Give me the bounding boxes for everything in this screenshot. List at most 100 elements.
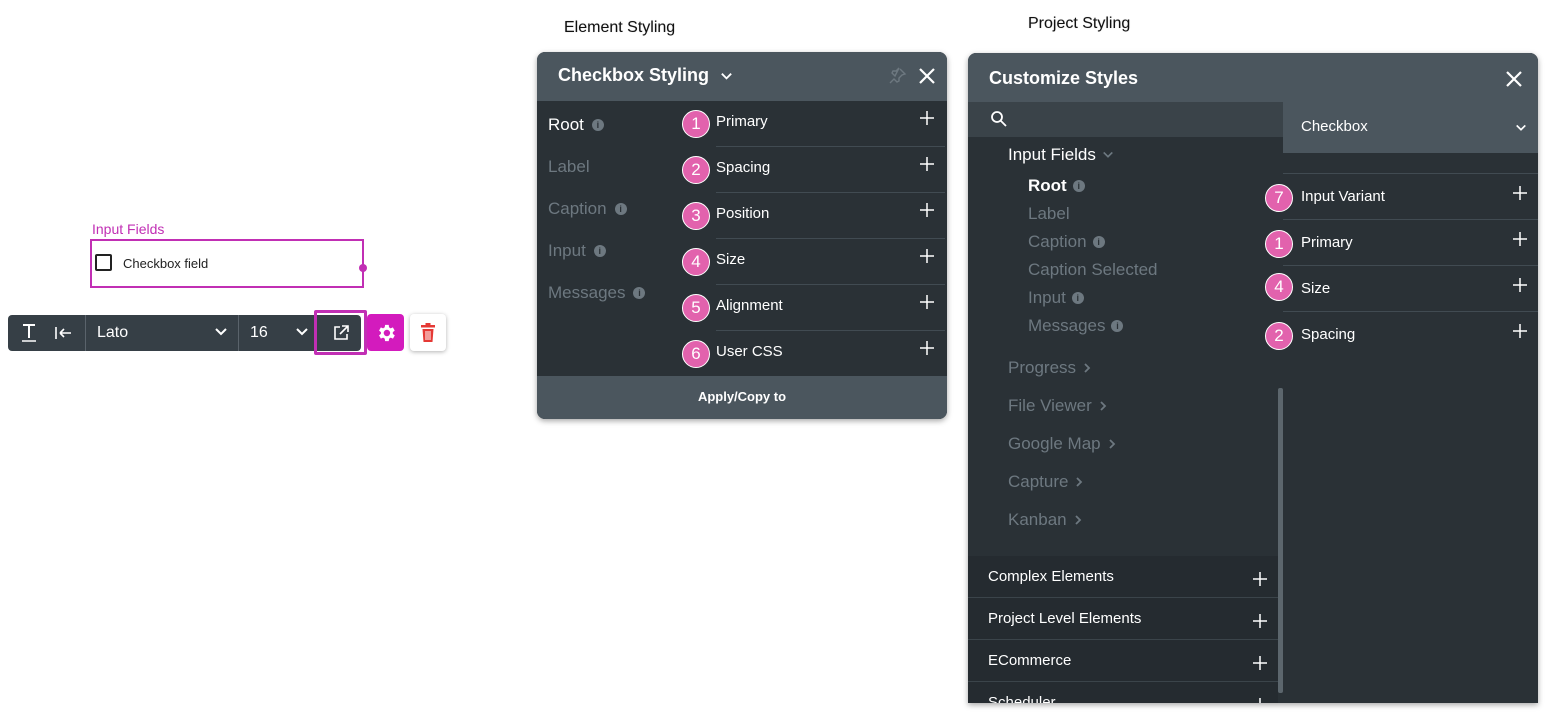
section-row-spacing[interactable]: Spacing (1283, 312, 1538, 358)
part-item-caption[interactable]: Caption i (548, 199, 627, 219)
section-row-position[interactable]: Position (716, 193, 945, 239)
element-styling-panel: Checkbox Styling Root i Label Caption i In… (537, 52, 947, 419)
plus-icon[interactable] (919, 110, 935, 126)
resize-handle[interactable] (359, 264, 367, 272)
close-icon[interactable] (1504, 69, 1524, 89)
plus-icon[interactable] (1512, 185, 1528, 201)
plus-icon[interactable] (919, 202, 935, 218)
step-badge: 7 (1265, 184, 1293, 212)
tree-part-label[interactable]: Label (1028, 204, 1070, 224)
info-icon: i (1072, 180, 1085, 192)
section-label: Input Fields (92, 221, 165, 237)
pin-icon[interactable] (889, 67, 907, 85)
align-left-icon[interactable] (50, 315, 76, 351)
section-row-spacing[interactable]: Spacing (716, 147, 945, 193)
tree-part-caption-selected[interactable]: Caption Selected (1028, 260, 1157, 280)
panel-title: Customize Styles (989, 68, 1139, 88)
step-badge: 1 (1265, 230, 1293, 258)
section-row-primary[interactable]: Primary (1283, 220, 1538, 266)
checkbox-label: Checkbox field (123, 256, 209, 271)
font-family-select[interactable]: Lato (97, 324, 128, 342)
category-scheduler[interactable]: Scheduler (968, 682, 1278, 703)
part-item-input[interactable]: Input i (548, 241, 606, 261)
chevron-down-icon (1102, 151, 1113, 158)
highlight-frame (314, 310, 367, 355)
part-item-messages[interactable]: Messages i (548, 283, 646, 303)
plus-icon[interactable] (1252, 613, 1268, 629)
info-icon: i (614, 203, 627, 215)
close-icon[interactable] (917, 66, 937, 86)
section-row-primary[interactable]: Primary (716, 101, 945, 147)
category-ecommerce[interactable]: ECommerce (968, 640, 1278, 682)
search-icon (991, 111, 1007, 127)
section-row-alignment[interactable]: Alignment (716, 285, 945, 331)
chevron-right-icon (1108, 439, 1115, 449)
plus-icon[interactable] (1252, 571, 1268, 587)
section-row-size[interactable]: Size (1283, 266, 1538, 312)
panel-title[interactable]: Checkbox Styling (558, 65, 733, 86)
chevron-down-icon (1516, 124, 1526, 131)
plus-icon[interactable] (919, 294, 935, 310)
chevron-right-icon (1100, 401, 1107, 411)
step-badge: 6 (682, 340, 710, 368)
chevron-right-icon (1074, 515, 1081, 525)
info-icon: i (593, 245, 606, 257)
part-item-label[interactable]: Label (548, 157, 590, 177)
plus-icon[interactable] (919, 156, 935, 172)
tree-group-kanban[interactable]: Kanban (1008, 510, 1083, 530)
plus-icon[interactable] (1512, 277, 1528, 293)
text-icon[interactable] (16, 315, 42, 351)
chevron-right-icon (1084, 363, 1091, 373)
tree-group-file-viewer[interactable]: File Viewer (1008, 396, 1108, 416)
step-badge: 1 (682, 110, 710, 138)
plus-icon[interactable] (1252, 655, 1268, 671)
element-type-select[interactable]: Checkbox (1283, 102, 1538, 153)
checkbox-field-element[interactable]: Checkbox field (90, 239, 367, 288)
checkbox-input[interactable] (95, 254, 112, 271)
element-toolbar: Lato 16 (8, 315, 361, 351)
part-item-root[interactable]: Root i (548, 115, 604, 135)
chevron-down-icon (296, 328, 308, 336)
info-icon: i (1092, 236, 1105, 248)
section-row-input-variant[interactable]: Input Variant (1283, 174, 1538, 220)
tree-part-messages[interactable]: Messages i (1028, 316, 1124, 336)
project-styling-caption: Project Styling (1028, 15, 1131, 32)
chevron-right-icon (1076, 477, 1083, 487)
plus-icon[interactable] (1252, 697, 1268, 703)
plus-icon[interactable] (1512, 231, 1528, 247)
section-row-user-css[interactable]: User CSS (716, 331, 945, 377)
element-styling-caption: Element Styling (564, 19, 676, 36)
plus-icon[interactable] (1512, 323, 1528, 339)
search-input[interactable] (968, 102, 1283, 137)
tree-part-input[interactable]: Input i (1028, 288, 1084, 308)
settings-button[interactable] (367, 314, 404, 351)
category-complex-elements[interactable]: Complex Elements (968, 556, 1278, 598)
step-badge: 2 (1265, 322, 1293, 350)
scrollbar[interactable] (1278, 388, 1283, 693)
apply-copy-button[interactable]: Apply/Copy to (537, 376, 947, 419)
info-icon: i (633, 287, 646, 299)
step-badge: 5 (682, 294, 710, 322)
info-icon: i (1111, 320, 1124, 332)
tree-part-caption[interactable]: Caption i (1028, 232, 1105, 252)
tree-group-capture[interactable]: Capture (1008, 472, 1084, 492)
font-size-select[interactable]: 16 (250, 324, 268, 342)
step-badge: 4 (1265, 273, 1293, 301)
section-row-size[interactable]: Size (716, 239, 945, 285)
tree-group-input-fields[interactable]: Input Fields (1008, 145, 1114, 165)
delete-button[interactable] (410, 314, 446, 351)
chevron-down-icon (721, 72, 732, 80)
info-icon: i (591, 119, 604, 131)
trash-icon (421, 322, 435, 342)
tree-group-progress[interactable]: Progress (1008, 358, 1092, 378)
panel-header: Checkbox Styling (537, 52, 947, 101)
gear-icon (378, 324, 395, 341)
info-icon: i (1071, 292, 1084, 304)
category-project-level-elements[interactable]: Project Level Elements (968, 598, 1278, 640)
project-styling-panel: Customize Styles Checkbox Input Fields R… (968, 53, 1538, 703)
plus-icon[interactable] (919, 340, 935, 356)
step-badge: 4 (682, 248, 710, 276)
tree-group-google-map[interactable]: Google Map (1008, 434, 1117, 454)
tree-part-root[interactable]: Root i (1028, 176, 1085, 196)
plus-icon[interactable] (919, 248, 935, 264)
